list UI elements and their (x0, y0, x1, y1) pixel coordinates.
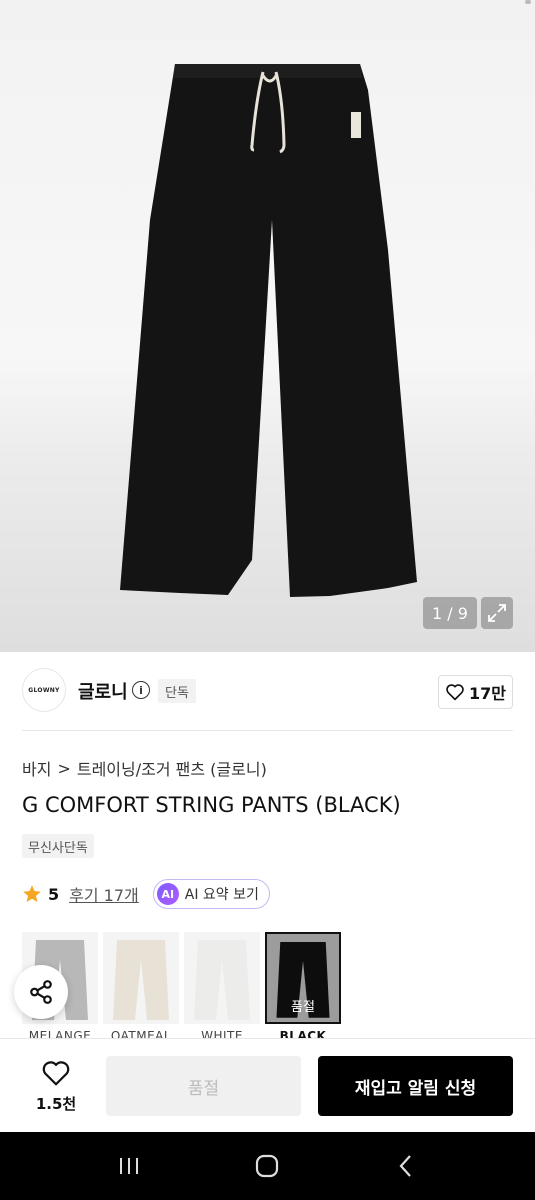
star-icon (23, 885, 41, 902)
share-button[interactable] (14, 965, 68, 1019)
rating-row: 5 후기 17개 AI AI 요약 보기 (22, 879, 270, 909)
brand-logo[interactable]: GLOWNY (22, 668, 66, 712)
breadcrumb-root[interactable]: 바지 (22, 756, 51, 780)
back-button[interactable] (376, 1136, 436, 1196)
swatch-black[interactable]: 품절 (265, 932, 341, 1024)
wishlist-count: 1.5천 (35, 1095, 77, 1113)
ai-summary-button[interactable]: AI AI 요약 보기 (152, 879, 270, 909)
musinsa-exclusive-badge: 무신사단독 (22, 834, 94, 858)
wishlist-button[interactable]: 1.5천 (26, 1059, 86, 1114)
swatch-label: WHITE (201, 1029, 243, 1038)
breadcrumb-category[interactable]: 트레이닝/조거 팬츠 (글로니) (77, 756, 267, 780)
product-image-gallery[interactable]: 1 / 9 (0, 0, 535, 652)
home-button[interactable] (237, 1136, 297, 1196)
soldout-button: 품절 (106, 1056, 301, 1116)
home-icon (256, 1154, 279, 1178)
swatch-label: MELANGE (28, 1029, 92, 1038)
info-icon[interactable]: i (132, 681, 150, 699)
heart-outline-icon (42, 1061, 70, 1086)
breadcrumb-separator: > (57, 758, 71, 778)
soldout-overlay: 품절 (267, 934, 339, 1022)
ai-icon: AI (156, 883, 179, 905)
breadcrumb: 바지 > 트레이닝/조거 팬츠 (글로니) (22, 756, 267, 780)
recent-apps-icon (120, 1158, 139, 1174)
brand-like-count: 17만 (469, 684, 506, 703)
swatch-label: OATMEAL (110, 1029, 172, 1038)
product-image (120, 64, 417, 597)
image-counter: 1 / 9 (423, 597, 477, 629)
expand-icon[interactable] (481, 597, 513, 629)
product-title: G COMFORT STRING PANTS (BLACK) (22, 793, 401, 817)
recent-apps-button[interactable] (99, 1136, 159, 1196)
system-nav-bar (0, 1132, 535, 1200)
exclusive-badge: 단독 (158, 679, 196, 703)
review-count-link[interactable]: 후기 17개 (69, 882, 139, 906)
swatch-oatmeal[interactable] (103, 932, 179, 1024)
swatch-label: BLACK (279, 1029, 327, 1038)
divider (22, 730, 513, 731)
restock-alert-button[interactable]: 재입고 알림 신청 (318, 1056, 513, 1116)
back-icon (399, 1155, 411, 1177)
swatch-white[interactable] (184, 932, 260, 1024)
brand-name[interactable]: 글로니 (78, 678, 128, 704)
rating-value: 5 (48, 884, 60, 904)
heart-outline-icon (446, 684, 464, 701)
scroll-indicator (525, 0, 531, 4)
purchase-bar: 1.5천 품절 재입고 알림 신청 (0, 1038, 535, 1132)
share-icon (30, 980, 52, 1004)
color-swatches: MELANGE OATMEAL WHITE 품절 BLACK (22, 932, 535, 1038)
brand-like-button[interactable]: 17만 (438, 675, 513, 709)
ai-summary-label: AI 요약 보기 (184, 887, 259, 903)
